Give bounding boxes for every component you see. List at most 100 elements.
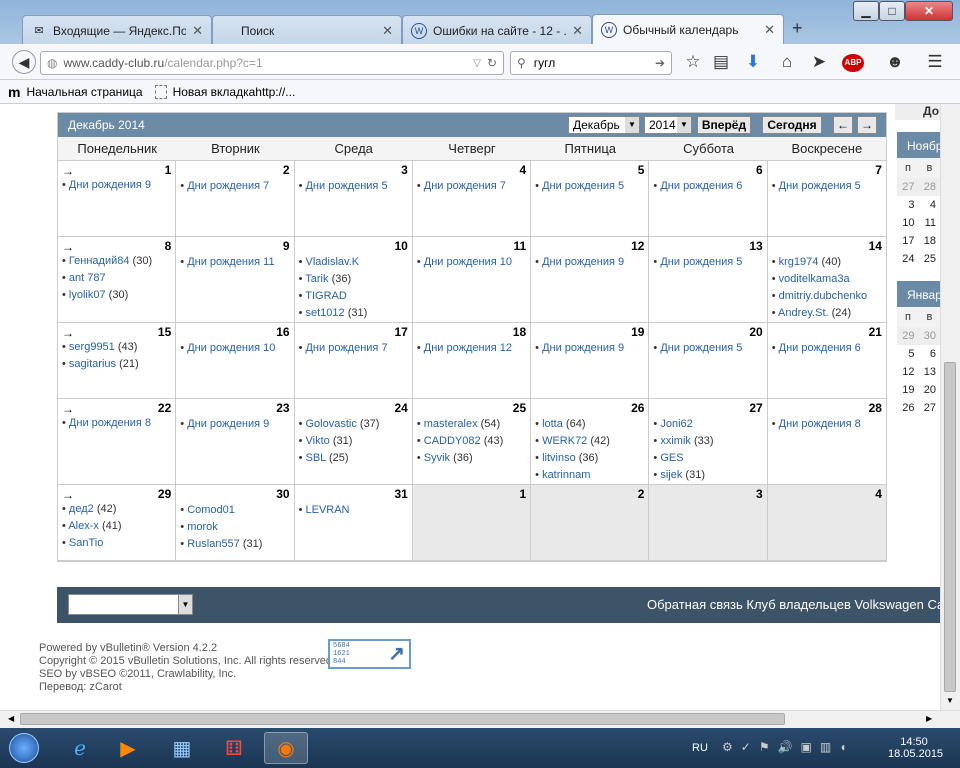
event-link[interactable]: Дни рождения 7 [305, 342, 387, 354]
day-number[interactable]: 11 [513, 239, 526, 253]
week-view-arrow-icon[interactable]: → [62, 164, 171, 178]
day-number[interactable]: 19 [631, 325, 644, 339]
day-number[interactable]: 30 [276, 487, 289, 501]
event-link[interactable]: krg1974 [779, 256, 819, 268]
close-icon[interactable]: ✕ [192, 23, 203, 39]
day-cell[interactable]: 1 [412, 485, 532, 560]
day-number[interactable]: 2 [283, 163, 290, 177]
back-button[interactable]: ◀ [12, 50, 36, 74]
day-number[interactable]: 6 [756, 163, 763, 177]
event-link[interactable]: Vikto [305, 435, 329, 447]
event-link[interactable]: дед2 [69, 503, 94, 515]
mini-day[interactable]: 5 [897, 345, 919, 363]
day-number[interactable]: 23 [276, 401, 289, 415]
event-link[interactable]: morok [187, 521, 218, 533]
day-number[interactable]: 31 [394, 487, 407, 501]
day-number[interactable]: 3 [401, 163, 408, 177]
day-cell[interactable]: 14krg1974 (40)voditelkama3admitriy.dubch… [768, 237, 886, 322]
week-view-arrow-icon[interactable]: → [62, 488, 171, 502]
tab-calendar[interactable]: W Обычный календарь ✕ [592, 14, 784, 44]
day-cell[interactable]: 2 [531, 485, 650, 560]
event-link[interactable]: Дни рождения 5 [542, 180, 624, 192]
day-number[interactable]: 16 [276, 325, 289, 339]
downloads-icon[interactable]: ⬇ [742, 52, 764, 72]
firefox-icon[interactable]: ◉ [264, 732, 308, 764]
event-link[interactable]: lyolik07 [69, 289, 106, 301]
mini-day[interactable]: 13 [919, 363, 941, 381]
chat-icon[interactable]: ☻ [884, 52, 906, 72]
reload-icon[interactable]: ↻ [487, 56, 497, 70]
day-number[interactable]: 25 [513, 401, 526, 415]
mini-day[interactable]: 28 [919, 178, 941, 196]
month-select[interactable]: Декабрь ▼ [568, 116, 640, 134]
day-cell[interactable]: 11Дни рождения 10 [413, 237, 532, 322]
mini-day[interactable]: 20 [919, 381, 941, 399]
day-cell[interactable]: 23 Дни рождения 9 [176, 399, 295, 484]
event-link[interactable]: Tarik [305, 273, 328, 285]
footer-links[interactable]: Обратная связь Клуб владельцев Volkswage… [647, 597, 940, 612]
search-go-icon[interactable]: ➔ [655, 56, 665, 70]
day-cell[interactable]: 26lotta (64)WERK72 (42)litvinso (36)katr… [531, 399, 650, 484]
mini-day[interactable]: 11 [919, 214, 941, 232]
event-link[interactable]: Vladislav.K [305, 256, 359, 268]
day-number[interactable]: 7 [875, 163, 882, 177]
counter-badge[interactable]: 5684 1621 844 ↗ [328, 639, 411, 669]
day-cell[interactable]: 3 Дни рождения 5 [295, 161, 413, 236]
next-month-button[interactable]: → [857, 116, 877, 134]
mini-day[interactable]: 10 [897, 214, 919, 232]
ie-icon[interactable]: ℯ [58, 732, 102, 764]
day-cell[interactable]: 1→Дни рождения 9 [58, 161, 177, 236]
event-link[interactable]: Дни рождения 8 [69, 417, 151, 429]
scrollbar-thumb[interactable] [944, 362, 956, 692]
close-icon[interactable]: ✕ [382, 23, 393, 39]
day-cell[interactable]: 5 Дни рождения 5 [531, 161, 650, 236]
today-button[interactable]: Сегодня [762, 116, 822, 134]
event-link[interactable]: Дни рождения 9 [187, 418, 269, 430]
day-number[interactable]: 1 [165, 163, 172, 177]
event-link[interactable]: Дни рождения 7 [187, 180, 269, 192]
week-view-arrow-icon[interactable]: → [62, 240, 171, 254]
side-november-header[interactable]: Ноябр [897, 132, 940, 158]
day-cell[interactable]: 30 Comod01 morok Ruslan557 (31) [176, 485, 295, 560]
day-cell[interactable]: 17 Дни рождения 7 [295, 323, 413, 398]
bookmark-new-tab[interactable]: Новая вкладкаhttp://... [173, 85, 296, 99]
day-number[interactable]: 4 [519, 163, 526, 177]
day-number[interactable]: 9 [283, 239, 290, 253]
event-link[interactable]: LEVRAN [305, 504, 349, 516]
event-link[interactable]: sagitarius [69, 358, 116, 370]
day-number[interactable]: 17 [394, 325, 407, 339]
event-link[interactable]: Дни рождения 5 [305, 180, 387, 192]
language-indicator[interactable]: RU [692, 742, 708, 754]
day-cell[interactable]: 8→Геннадий84 (30)ant 787lyolik07 (30) [58, 237, 177, 322]
day-cell[interactable]: 19 Дни рождения 9 [531, 323, 650, 398]
day-cell[interactable]: 20 Дни рождения 5 [649, 323, 768, 398]
event-link[interactable]: Дни рождения 8 [779, 418, 861, 430]
close-icon[interactable]: ✕ [764, 22, 775, 38]
year-select[interactable]: 2014 ▼ [644, 116, 692, 134]
day-number[interactable]: 28 [869, 401, 882, 415]
day-number[interactable]: 3 [756, 487, 763, 501]
side-january-header[interactable]: Январ [897, 281, 940, 307]
adblock-icon[interactable]: ABP [842, 54, 864, 72]
home-icon[interactable]: ⌂ [776, 52, 798, 72]
event-link[interactable]: WERK72 [542, 435, 587, 447]
day-cell[interactable]: 28 Дни рождения 8 [768, 399, 886, 484]
event-link[interactable]: serg9951 [69, 341, 115, 353]
day-cell[interactable]: 24Golovastic (37)Vikto (31)SBL (25) [295, 399, 413, 484]
tab-inbox[interactable]: ✉ Входящие — Яндекс.По... ✕ [22, 15, 212, 45]
day-number[interactable]: 5 [638, 163, 645, 177]
menu-icon[interactable]: ☰ [924, 52, 946, 72]
bookmark-star-icon[interactable]: ☆ [682, 52, 704, 72]
event-link[interactable]: Syvik [424, 452, 450, 464]
day-cell[interactable]: 6 Дни рождения 6 [649, 161, 768, 236]
mini-day[interactable]: 12 [897, 363, 919, 381]
event-link[interactable]: Дни рождения 9 [542, 342, 624, 354]
start-button[interactable] [2, 732, 46, 764]
event-link[interactable]: SanTio [69, 537, 103, 549]
day-number[interactable]: 20 [749, 325, 762, 339]
day-cell[interactable]: 10 Vladislav.K Tarik (36) TIGRAD set1012 (31… [295, 237, 413, 322]
day-cell[interactable]: 27 Joni62 xximik (33) GES sijek (31) [649, 399, 768, 484]
day-number[interactable]: 4 [875, 487, 882, 501]
scrollbar-thumb[interactable] [20, 713, 785, 725]
day-number[interactable]: 18 [513, 325, 526, 339]
